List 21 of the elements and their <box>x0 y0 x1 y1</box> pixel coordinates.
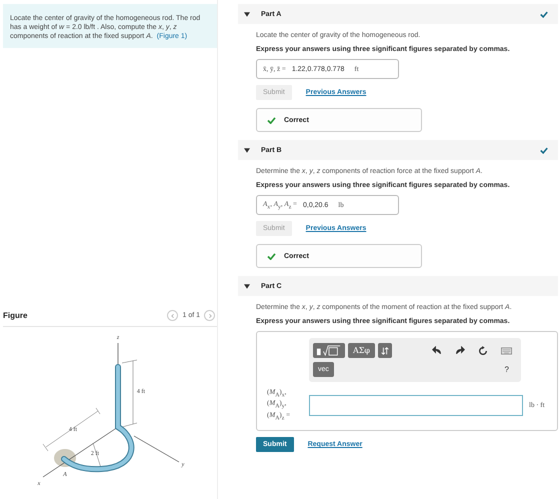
support-shading <box>54 449 76 467</box>
figure-title: Figure <box>3 311 28 320</box>
reset-icon[interactable] <box>478 346 488 356</box>
chevron-right-icon <box>206 312 212 318</box>
answer-input[interactable] <box>309 394 523 416</box>
redo-icon[interactable] <box>455 346 465 355</box>
checkmark-icon <box>267 116 276 124</box>
templates-button[interactable] <box>313 343 345 358</box>
arrows-icon <box>380 346 390 356</box>
axis-line <box>134 436 180 462</box>
keyboard-icon[interactable] <box>501 346 512 354</box>
templates-icon <box>315 344 343 357</box>
arrows-button[interactable] <box>378 343 392 358</box>
checkmark-icon <box>540 10 548 18</box>
help-button[interactable]: ? <box>504 365 509 374</box>
dimension-line <box>122 360 138 428</box>
symbols-button[interactable]: ΑΣφ <box>348 343 376 358</box>
chevron-left-icon <box>170 312 176 318</box>
undo-icon[interactable] <box>432 346 442 355</box>
checkmark-icon <box>267 252 276 260</box>
checkmark-icon <box>540 146 548 154</box>
